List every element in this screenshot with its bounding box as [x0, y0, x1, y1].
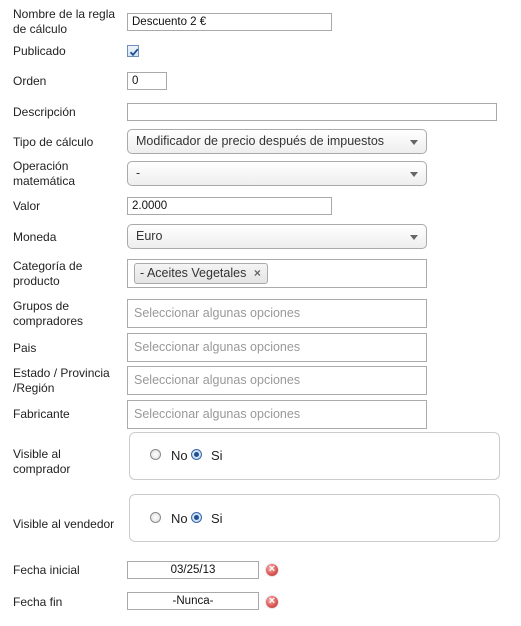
visible-comprador-si-label: Si	[211, 448, 223, 463]
checkmark-icon	[129, 48, 139, 57]
label-fecha-fin: Fecha fin	[13, 595, 63, 609]
estado-placeholder: Seleccionar algunas opciones	[134, 373, 301, 387]
publicado-checkbox[interactable]	[127, 45, 139, 57]
chevron-down-icon	[410, 140, 418, 145]
descripcion-input[interactable]	[127, 103, 497, 121]
visible-vendedor-si-radio[interactable]	[191, 512, 202, 523]
grupos-multiselect[interactable]: Seleccionar algunas opciones	[127, 299, 427, 328]
label-nombre: Nombre de la regla de cálculo	[13, 7, 116, 36]
clear-date-icon[interactable]	[266, 594, 278, 608]
label-visible-vendedor: Visible al vendedor	[13, 517, 115, 531]
grupos-placeholder: Seleccionar algunas opciones	[134, 306, 301, 320]
moneda-value: Euro	[136, 229, 163, 243]
fabricante-placeholder: Seleccionar algunas opciones	[134, 407, 301, 421]
visible-vendedor-si-label: Si	[211, 511, 223, 526]
tipo-calculo-value: Modificador de precio después de impuest…	[136, 134, 385, 148]
pais-multiselect[interactable]: Seleccionar algunas opciones	[127, 333, 427, 362]
label-publicado: Publicado	[13, 44, 66, 58]
tipo-calculo-select[interactable]: Modificador de precio después de impuest…	[127, 129, 427, 154]
label-pais: Pais	[13, 341, 37, 355]
label-estado: Estado / Provincia /Región	[13, 366, 110, 395]
pais-placeholder: Seleccionar algunas opciones	[134, 340, 301, 354]
nombre-input[interactable]: Descuento 2 €	[127, 13, 332, 31]
estado-multiselect[interactable]: Seleccionar algunas opciones	[127, 366, 427, 395]
fabricante-multiselect[interactable]: Seleccionar algunas opciones	[127, 400, 427, 429]
chevron-down-icon	[410, 172, 418, 177]
label-moneda: Moneda	[13, 230, 57, 244]
fecha-fin-input[interactable]: -Nunca-	[127, 592, 259, 610]
moneda-select[interactable]: Euro	[127, 224, 427, 249]
label-visible-comprador: Visible al comprador	[13, 447, 71, 476]
operacion-value: -	[136, 166, 141, 180]
categoria-chip-label: - Aceites Vegetales	[140, 266, 247, 280]
label-tipo-calculo: Tipo de cálculo	[13, 135, 94, 149]
visible-vendedor-no-radio[interactable]	[150, 512, 161, 523]
valor-input[interactable]: 2.0000	[127, 197, 332, 215]
clear-date-icon[interactable]	[266, 562, 278, 576]
label-orden: Orden	[13, 74, 47, 88]
label-valor: Valor	[13, 199, 41, 213]
label-descripcion: Descripción	[13, 105, 76, 119]
operacion-select[interactable]: -	[127, 161, 427, 186]
categoria-chip: - Aceites Vegetales ×	[134, 263, 268, 284]
label-fecha-inicial: Fecha inicial	[13, 563, 80, 577]
label-grupos: Grupos de compradores	[13, 299, 84, 328]
label-fabricante: Fabricante	[13, 407, 70, 421]
fecha-inicial-input[interactable]: 03/25/13	[127, 561, 259, 579]
orden-input[interactable]: 0	[127, 72, 167, 90]
visible-comprador-panel: No Si	[129, 432, 500, 480]
visible-vendedor-no-label: No	[171, 511, 188, 526]
remove-chip-icon[interactable]: ×	[254, 266, 261, 280]
categoria-multiselect[interactable]: - Aceites Vegetales ×	[127, 259, 427, 288]
visible-comprador-si-radio[interactable]	[191, 449, 202, 460]
visible-comprador-no-label: No	[171, 448, 188, 463]
label-operacion: Operación matemática	[13, 159, 76, 188]
visible-comprador-no-radio[interactable]	[150, 449, 161, 460]
chevron-down-icon	[410, 235, 418, 240]
label-categoria: Categoría de producto	[13, 259, 83, 288]
visible-vendedor-panel: No Si	[129, 494, 500, 542]
